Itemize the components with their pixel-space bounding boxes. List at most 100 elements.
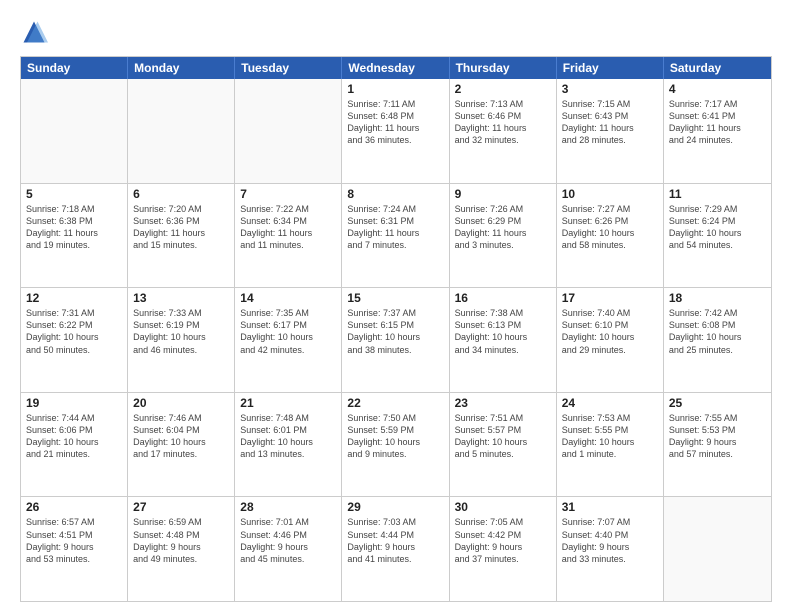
calendar-row-2: 12 Sunrise: 7:31 AM Sunset: 6:22 PM Dayli… bbox=[21, 287, 771, 392]
logo bbox=[20, 18, 52, 46]
day-number: 30 bbox=[455, 500, 551, 514]
calendar-cell-2-3: 15Sunrise: 7:37 AM Sunset: 6:15 PM Dayli… bbox=[342, 288, 449, 392]
day-info: Sunrise: 6:57 AM Sunset: 4:51 PM Dayligh… bbox=[26, 516, 122, 565]
day-number: 17 bbox=[562, 291, 658, 305]
calendar-cell-4-3: 29 Sunrise: 7:03 AM Sunset: 4:44 PM Dayli… bbox=[342, 497, 449, 601]
calendar-cell-3-4: 23Sunrise: 7:51 AM Sunset: 5:57 PM Dayli… bbox=[450, 393, 557, 497]
calendar-cell-1-0: 5 Sunrise: 7:18 AM Sunset: 6:38 PM Daylig… bbox=[21, 184, 128, 288]
day-number: 22 bbox=[347, 396, 443, 410]
header-day-thursday: Thursday bbox=[450, 57, 557, 79]
calendar-cell-0-3: 1 Sunrise: 7:11 AM Sunset: 6:48 PM Daylig… bbox=[342, 79, 449, 183]
day-number: 15 bbox=[347, 291, 443, 305]
day-number: 27 bbox=[133, 500, 229, 514]
calendar-cell-1-5: 10 Sunrise: 7:27 AM Sunset: 6:26 PM Dayli… bbox=[557, 184, 664, 288]
day-number: 14 bbox=[240, 291, 336, 305]
calendar-cell-3-0: 19 Sunrise: 7:44 AM Sunset: 6:06 PM Dayli… bbox=[21, 393, 128, 497]
day-number: 8 bbox=[347, 187, 443, 201]
calendar-cell-0-4: 2 Sunrise: 7:13 AM Sunset: 6:46 PM Daylig… bbox=[450, 79, 557, 183]
calendar: SundayMondayTuesdayWednesdayThursdayFrid… bbox=[20, 56, 772, 602]
day-info: Sunrise: 7:20 AM Sunset: 6:36 PM Dayligh… bbox=[133, 203, 229, 252]
calendar-body: 1 Sunrise: 7:11 AM Sunset: 6:48 PM Daylig… bbox=[21, 79, 771, 601]
day-info: Sunrise: 7:31 AM Sunset: 6:22 PM Dayligh… bbox=[26, 307, 122, 356]
header-day-monday: Monday bbox=[128, 57, 235, 79]
day-info: Sunrise: 7:22 AM Sunset: 6:34 PM Dayligh… bbox=[240, 203, 336, 252]
calendar-row-3: 19 Sunrise: 7:44 AM Sunset: 6:06 PM Dayli… bbox=[21, 392, 771, 497]
calendar-cell-2-0: 12 Sunrise: 7:31 AM Sunset: 6:22 PM Dayli… bbox=[21, 288, 128, 392]
calendar-cell-2-2: 14 Sunrise: 7:35 AM Sunset: 6:17 PM Dayli… bbox=[235, 288, 342, 392]
day-number: 16 bbox=[455, 291, 551, 305]
calendar-cell-2-6: 18Sunrise: 7:42 AM Sunset: 6:08 PM Dayli… bbox=[664, 288, 771, 392]
day-number: 21 bbox=[240, 396, 336, 410]
calendar-cell-0-0 bbox=[21, 79, 128, 183]
calendar-cell-4-5: 31 Sunrise: 7:07 AM Sunset: 4:40 PM Dayli… bbox=[557, 497, 664, 601]
day-info: Sunrise: 7:48 AM Sunset: 6:01 PM Dayligh… bbox=[240, 412, 336, 461]
day-number: 24 bbox=[562, 396, 658, 410]
day-number: 1 bbox=[347, 82, 443, 96]
calendar-cell-0-5: 3Sunrise: 7:15 AM Sunset: 6:43 PM Daylig… bbox=[557, 79, 664, 183]
day-number: 6 bbox=[133, 187, 229, 201]
calendar-cell-1-6: 11 Sunrise: 7:29 AM Sunset: 6:24 PM Dayli… bbox=[664, 184, 771, 288]
day-info: Sunrise: 7:40 AM Sunset: 6:10 PM Dayligh… bbox=[562, 307, 658, 356]
day-number: 7 bbox=[240, 187, 336, 201]
day-info: Sunrise: 7:29 AM Sunset: 6:24 PM Dayligh… bbox=[669, 203, 766, 252]
calendar-cell-4-6 bbox=[664, 497, 771, 601]
logo-icon bbox=[20, 18, 48, 46]
calendar-cell-4-0: 26 Sunrise: 6:57 AM Sunset: 4:51 PM Dayli… bbox=[21, 497, 128, 601]
day-info: Sunrise: 7:05 AM Sunset: 4:42 PM Dayligh… bbox=[455, 516, 551, 565]
day-info: Sunrise: 7:07 AM Sunset: 4:40 PM Dayligh… bbox=[562, 516, 658, 565]
day-number: 25 bbox=[669, 396, 766, 410]
day-info: Sunrise: 7:03 AM Sunset: 4:44 PM Dayligh… bbox=[347, 516, 443, 565]
calendar-cell-1-3: 8Sunrise: 7:24 AM Sunset: 6:31 PM Daylig… bbox=[342, 184, 449, 288]
day-info: Sunrise: 7:13 AM Sunset: 6:46 PM Dayligh… bbox=[455, 98, 551, 147]
calendar-cell-0-1 bbox=[128, 79, 235, 183]
day-number: 18 bbox=[669, 291, 766, 305]
header-day-sunday: Sunday bbox=[21, 57, 128, 79]
header-day-wednesday: Wednesday bbox=[342, 57, 449, 79]
day-number: 12 bbox=[26, 291, 122, 305]
calendar-row-4: 26 Sunrise: 6:57 AM Sunset: 4:51 PM Dayli… bbox=[21, 496, 771, 601]
day-info: Sunrise: 7:46 AM Sunset: 6:04 PM Dayligh… bbox=[133, 412, 229, 461]
day-number: 11 bbox=[669, 187, 766, 201]
day-info: Sunrise: 7:11 AM Sunset: 6:48 PM Dayligh… bbox=[347, 98, 443, 147]
day-info: Sunrise: 7:50 AM Sunset: 5:59 PM Dayligh… bbox=[347, 412, 443, 461]
day-number: 5 bbox=[26, 187, 122, 201]
calendar-cell-1-1: 6 Sunrise: 7:20 AM Sunset: 6:36 PM Daylig… bbox=[128, 184, 235, 288]
day-info: Sunrise: 7:17 AM Sunset: 6:41 PM Dayligh… bbox=[669, 98, 766, 147]
day-info: Sunrise: 7:26 AM Sunset: 6:29 PM Dayligh… bbox=[455, 203, 551, 252]
calendar-cell-4-2: 28Sunrise: 7:01 AM Sunset: 4:46 PM Dayli… bbox=[235, 497, 342, 601]
day-number: 9 bbox=[455, 187, 551, 201]
day-number: 31 bbox=[562, 500, 658, 514]
calendar-row-0: 1 Sunrise: 7:11 AM Sunset: 6:48 PM Daylig… bbox=[21, 79, 771, 183]
day-number: 28 bbox=[240, 500, 336, 514]
calendar-header: SundayMondayTuesdayWednesdayThursdayFrid… bbox=[21, 57, 771, 79]
calendar-cell-3-6: 25Sunrise: 7:55 AM Sunset: 5:53 PM Dayli… bbox=[664, 393, 771, 497]
calendar-cell-3-5: 24 Sunrise: 7:53 AM Sunset: 5:55 PM Dayli… bbox=[557, 393, 664, 497]
calendar-cell-3-2: 21 Sunrise: 7:48 AM Sunset: 6:01 PM Dayli… bbox=[235, 393, 342, 497]
day-info: Sunrise: 7:53 AM Sunset: 5:55 PM Dayligh… bbox=[562, 412, 658, 461]
header-day-saturday: Saturday bbox=[664, 57, 771, 79]
day-number: 13 bbox=[133, 291, 229, 305]
day-info: Sunrise: 7:33 AM Sunset: 6:19 PM Dayligh… bbox=[133, 307, 229, 356]
calendar-cell-4-1: 27Sunrise: 6:59 AM Sunset: 4:48 PM Dayli… bbox=[128, 497, 235, 601]
day-number: 2 bbox=[455, 82, 551, 96]
day-number: 26 bbox=[26, 500, 122, 514]
day-info: Sunrise: 7:44 AM Sunset: 6:06 PM Dayligh… bbox=[26, 412, 122, 461]
day-info: Sunrise: 7:15 AM Sunset: 6:43 PM Dayligh… bbox=[562, 98, 658, 147]
day-info: Sunrise: 7:51 AM Sunset: 5:57 PM Dayligh… bbox=[455, 412, 551, 461]
calendar-cell-1-2: 7 Sunrise: 7:22 AM Sunset: 6:34 PM Daylig… bbox=[235, 184, 342, 288]
calendar-cell-3-3: 22 Sunrise: 7:50 AM Sunset: 5:59 PM Dayli… bbox=[342, 393, 449, 497]
day-info: Sunrise: 7:27 AM Sunset: 6:26 PM Dayligh… bbox=[562, 203, 658, 252]
day-info: Sunrise: 7:35 AM Sunset: 6:17 PM Dayligh… bbox=[240, 307, 336, 356]
header-day-tuesday: Tuesday bbox=[235, 57, 342, 79]
day-info: Sunrise: 7:18 AM Sunset: 6:38 PM Dayligh… bbox=[26, 203, 122, 252]
calendar-cell-0-2 bbox=[235, 79, 342, 183]
calendar-row-1: 5 Sunrise: 7:18 AM Sunset: 6:38 PM Daylig… bbox=[21, 183, 771, 288]
calendar-cell-4-4: 30 Sunrise: 7:05 AM Sunset: 4:42 PM Dayli… bbox=[450, 497, 557, 601]
day-number: 19 bbox=[26, 396, 122, 410]
calendar-cell-2-4: 16 Sunrise: 7:38 AM Sunset: 6:13 PM Dayli… bbox=[450, 288, 557, 392]
day-info: Sunrise: 7:38 AM Sunset: 6:13 PM Dayligh… bbox=[455, 307, 551, 356]
day-number: 10 bbox=[562, 187, 658, 201]
calendar-cell-3-1: 20Sunrise: 7:46 AM Sunset: 6:04 PM Dayli… bbox=[128, 393, 235, 497]
day-number: 29 bbox=[347, 500, 443, 514]
calendar-cell-2-5: 17 Sunrise: 7:40 AM Sunset: 6:10 PM Dayli… bbox=[557, 288, 664, 392]
